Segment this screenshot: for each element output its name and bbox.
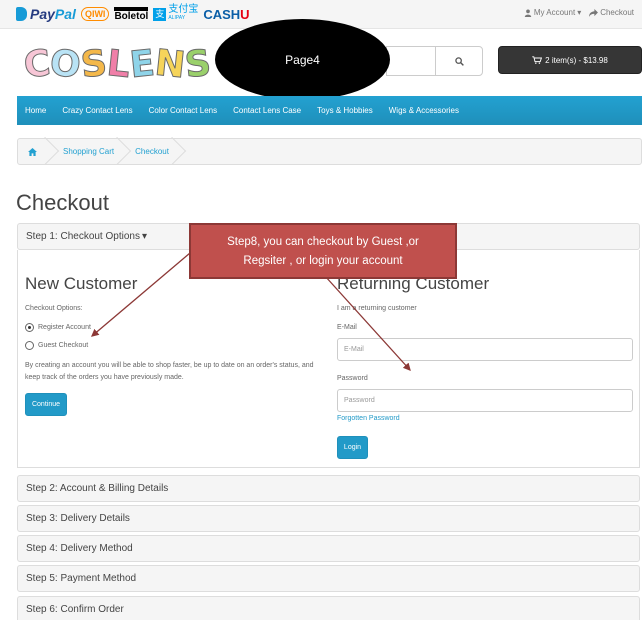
cashu-text-b: U <box>240 6 250 22</box>
cart-icon <box>532 56 543 64</box>
password-label: Password <box>337 375 368 382</box>
search-input[interactable] <box>386 46 435 76</box>
caret-down-icon: ▾ <box>141 231 147 242</box>
breadcrumb-home[interactable] <box>18 139 51 164</box>
alipay-en-text: ALIPAY <box>168 15 186 21</box>
step2-title: Step 2: Account & Billing Details <box>26 483 169 494</box>
returning-customer-subtitle: I am a returning customer <box>337 305 417 312</box>
logo-letter: E <box>127 42 157 87</box>
breadcrumb: Shopping Cart Checkout <box>17 138 642 165</box>
email-placeholder: E-Mail <box>344 346 364 353</box>
step6-header[interactable]: Step 6: Confirm Order <box>17 596 640 620</box>
password-field[interactable]: Password <box>337 389 633 412</box>
step5-title: Step 5: Payment Method <box>26 573 137 584</box>
step5-header[interactable]: Step 5: Payment Method <box>17 565 640 592</box>
forgotten-password-link[interactable]: Forgotten Password <box>337 415 400 422</box>
cart-button[interactable]: 2 item(s) - $13.98 <box>498 46 642 74</box>
step4-title: Step 4: Delivery Method <box>26 543 133 554</box>
caret-down-icon: ▾ <box>577 8 582 17</box>
nav-item-contact-lens-case[interactable]: Contact Lens Case <box>225 106 309 115</box>
top-links: My Account ▾ Checkout <box>524 8 634 17</box>
payment-logos: Pay Pal QIWI Boletol 支 支付宝 ALIPAY CASHU <box>16 4 250 24</box>
paypal-text-b: Pal <box>54 6 76 22</box>
nav-item-toys-hobbies[interactable]: Toys & Hobbies <box>309 106 381 115</box>
search-button[interactable] <box>435 46 483 76</box>
radio-selected-icon <box>25 323 34 332</box>
annotation-bubble-text: Page4 <box>285 52 320 67</box>
cashu-text-a: CASH <box>203 6 241 22</box>
password-placeholder: Password <box>344 397 375 404</box>
new-customer-title: New Customer <box>25 274 138 293</box>
page-title: Checkout <box>16 190 109 215</box>
logo-letter: N <box>152 42 187 87</box>
nav-item-home[interactable]: Home <box>17 106 54 115</box>
nav-item-crazy-contact-lens[interactable]: Crazy Contact Lens <box>54 106 140 115</box>
boletol-logo: Boletol <box>114 7 149 22</box>
user-icon <box>524 9 532 17</box>
new-customer-description: By creating an account you will be able … <box>25 362 314 381</box>
email-label: E-Mail <box>337 324 357 331</box>
guest-checkout-label: Guest Checkout <box>38 342 89 349</box>
nav-item-wigs-accessories[interactable]: Wigs & Accessories <box>381 106 467 115</box>
paypal-logo: Pay Pal <box>16 6 76 22</box>
my-account-label: My Account <box>533 8 576 17</box>
login-button-label: Login <box>343 444 362 451</box>
step4-header[interactable]: Step 4: Delivery Method <box>17 535 640 562</box>
logo-letter: S <box>182 42 213 87</box>
share-icon <box>589 8 599 17</box>
breadcrumb-shopping-cart[interactable]: Shopping Cart <box>51 139 123 164</box>
paypal-icon <box>16 7 27 21</box>
paypal-text-a: Pay <box>30 6 55 22</box>
step1-title: Step 1: Checkout Options <box>26 231 140 242</box>
register-account-radio[interactable]: Register Account <box>25 323 91 332</box>
continue-button[interactable]: Continue <box>25 393 67 416</box>
register-account-label: Register Account <box>38 324 91 331</box>
step2-header[interactable]: Step 2: Account & Billing Details <box>17 475 640 502</box>
nav-item-color-contact-lens[interactable]: Color Contact Lens <box>141 106 225 115</box>
my-account-link[interactable]: My Account ▾ <box>524 8 581 17</box>
alipay-cn-text: 支付宝 <box>168 4 199 15</box>
checkout-link-label: Checkout <box>600 8 634 17</box>
annotation-bubble: Page4 <box>215 19 390 100</box>
cart-label: 2 item(s) - $13.98 <box>545 55 608 65</box>
browser-page: Pay Pal QIWI Boletol 支 支付宝 ALIPAY CASHU M… <box>0 0 642 620</box>
main-nav: Home Crazy Contact Lens Color Contact Lens… <box>17 96 642 125</box>
step8-callout: Step8, you can checkout by Guest ,or Reg… <box>189 223 457 279</box>
email-field[interactable]: E-Mail <box>337 338 633 361</box>
checkout-link[interactable]: Checkout <box>589 8 634 17</box>
checkout-options-label: Checkout Options: <box>25 305 83 312</box>
step3-header[interactable]: Step 3: Delivery Details <box>17 505 640 532</box>
step6-title: Step 6: Confirm Order <box>26 604 124 615</box>
guest-checkout-radio[interactable]: Guest Checkout <box>25 341 88 350</box>
logo-letter: O <box>48 42 84 87</box>
alipay-logo: 支 支付宝 ALIPAY <box>153 4 199 22</box>
qiwi-logo: QIWI <box>80 7 110 21</box>
step3-title: Step 3: Delivery Details <box>26 513 130 524</box>
breadcrumb-checkout[interactable]: Checkout <box>123 139 178 164</box>
callout-line1: Step8, you can checkout by Guest ,or <box>227 236 419 248</box>
cashu-logo: CASHU <box>203 7 249 22</box>
continue-button-label: Continue <box>31 401 61 408</box>
alipay-icon: 支 <box>153 7 167 21</box>
radio-empty-icon <box>25 341 34 350</box>
callout-line2: Regsiter , or login your account <box>243 255 403 267</box>
site-logo[interactable]: COSLENS <box>21 42 213 87</box>
search-icon <box>454 56 464 66</box>
home-icon <box>28 147 37 156</box>
login-button[interactable]: Login <box>337 436 368 459</box>
